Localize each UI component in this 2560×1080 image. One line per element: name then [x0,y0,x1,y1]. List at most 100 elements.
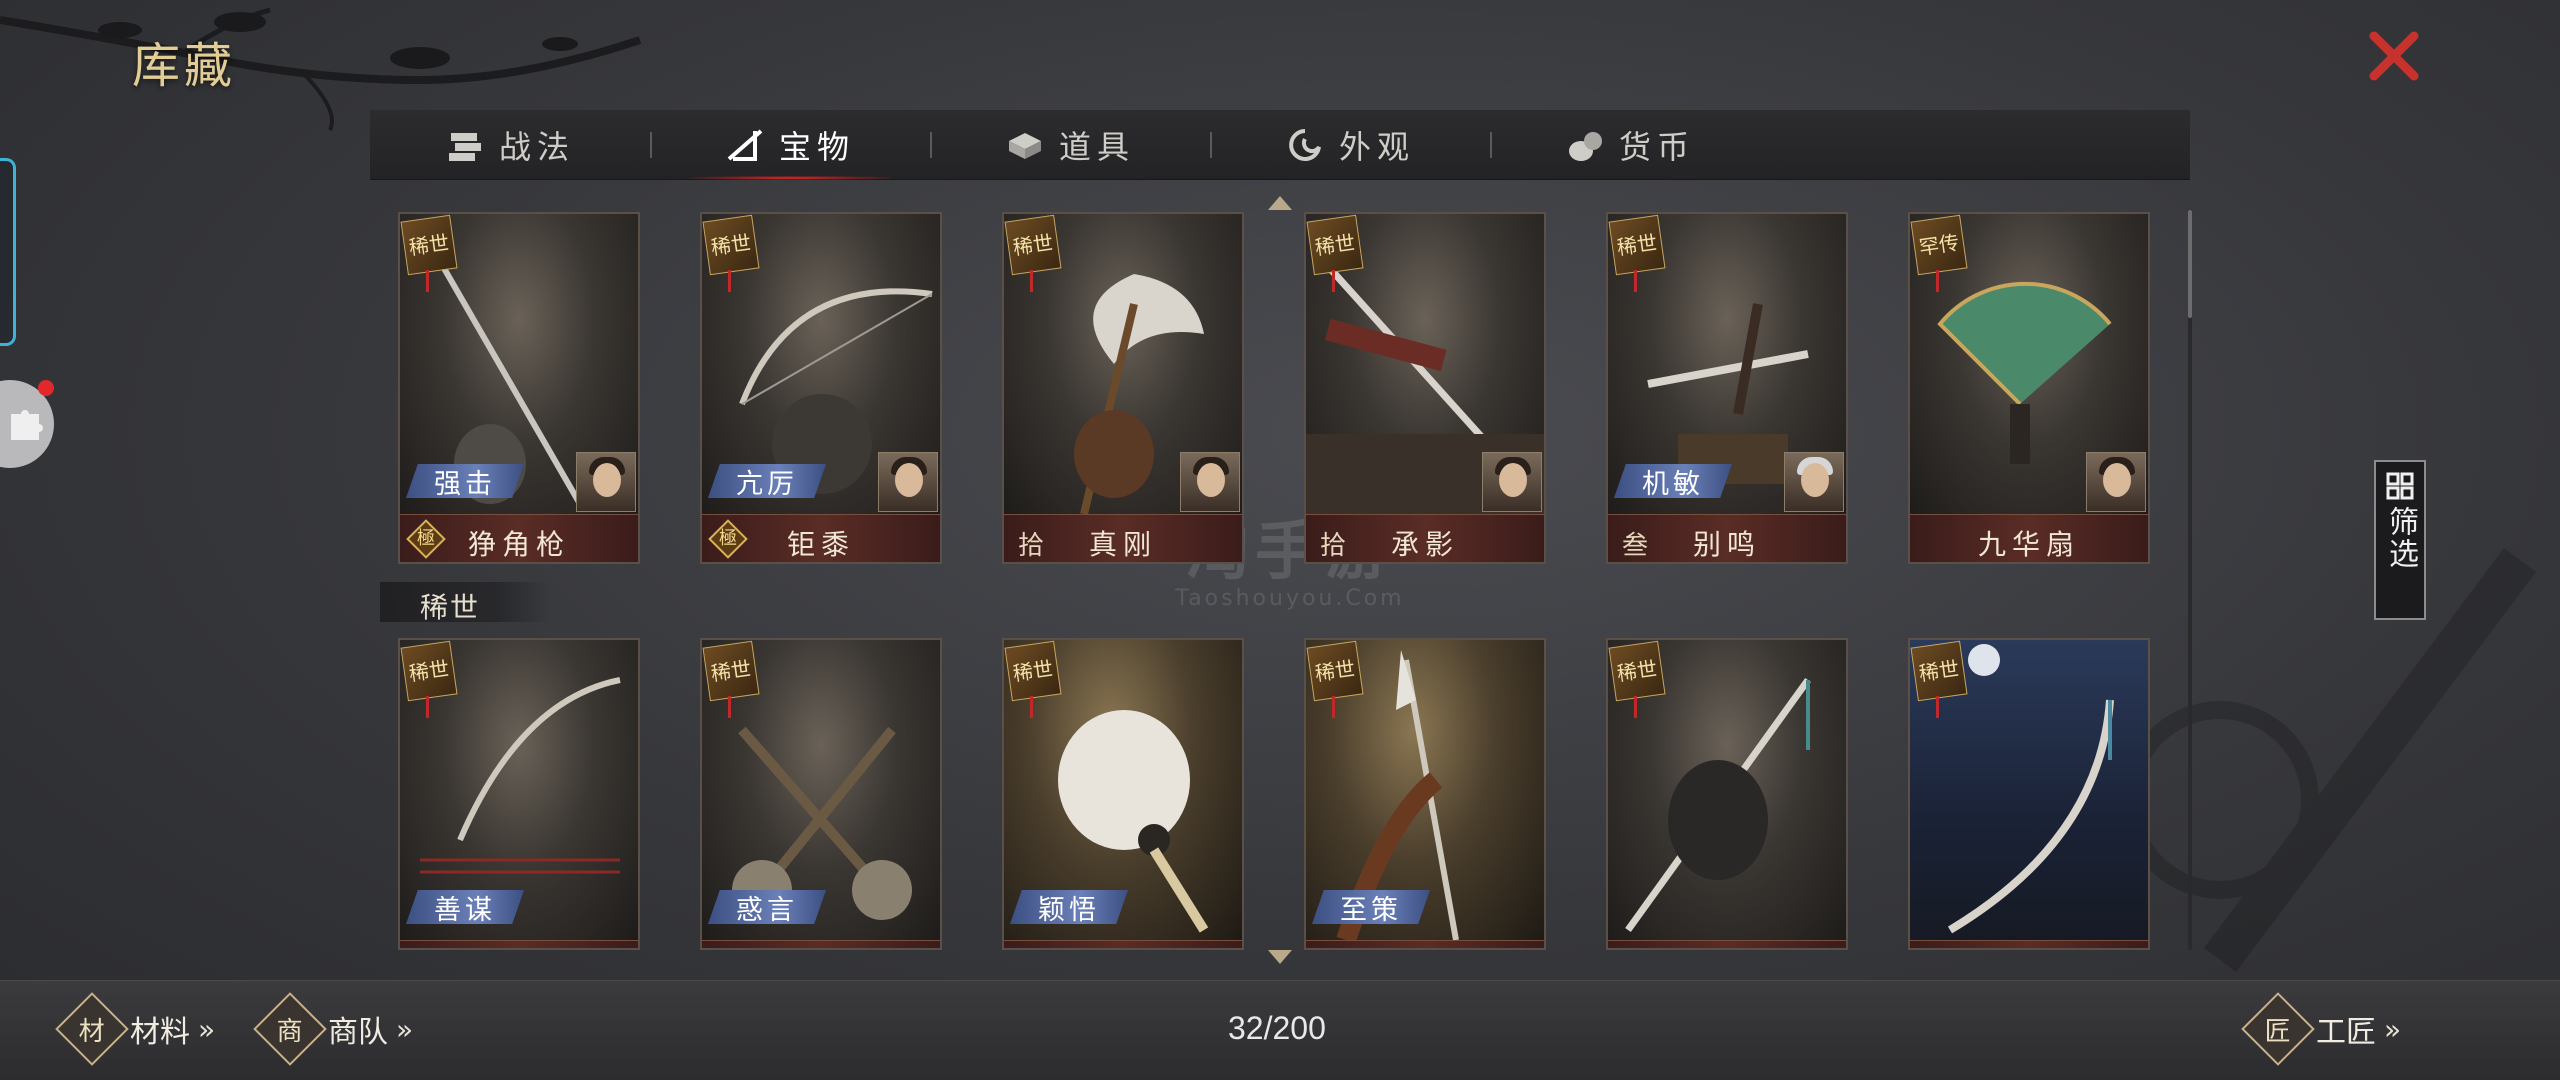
tassel [1030,696,1033,718]
skill-badge: 亢厉 [708,464,826,498]
tassel [1634,270,1637,292]
skill-badge: 善谋 [406,890,524,924]
general-portrait [1180,452,1240,512]
treasure-name: 别鸣 [1692,528,1761,561]
chevron-right-icon: » [198,1012,216,1046]
puzzle-button[interactable] [0,380,54,468]
skill-badge: 强击 [406,464,524,498]
rarity-tag: 稀世 [1306,640,1364,702]
card-name-bar: 拾 真刚 [1004,514,1242,562]
card-name-bar: 極 狰角枪 [400,514,638,562]
tassel [1634,696,1637,718]
scrollbar-thumb[interactable] [2188,210,2192,318]
treasure-card[interactable]: 稀世 至策 [1304,638,1546,950]
treasure-card[interactable]: 稀世 强击 極 狰角枪 [398,212,640,564]
treasure-card[interactable]: 稀世 拾 承影 [1304,212,1546,564]
card-name-bar [1306,940,1544,948]
treasure-card[interactable]: 稀世 机敏 叁 别鸣 [1606,212,1848,564]
card-name-bar [1004,940,1242,948]
puzzle-icon [11,410,43,440]
rarity-tag: 稀世 [702,214,760,276]
materials-label: 材料 [130,1015,190,1050]
card-name-bar [400,940,638,948]
tab-label: 外观 [1338,127,1415,166]
treasure-card[interactable]: 稀世 [1908,638,2150,950]
craftsman-button[interactable]: 匠 工匠 » [2241,992,2402,1066]
rarity-tag: 罕传 [1910,214,1968,276]
tassel [1936,270,1939,292]
materials-button[interactable]: 材 材料 » [55,992,216,1066]
card-name-bar: 極 钜黍 [702,514,940,562]
rarity-tag: 稀世 [1910,640,1968,702]
skill-badge: 颖悟 [1010,890,1128,924]
caravan-icon: 商 [253,992,327,1066]
scroll-down-arrow-icon[interactable] [1268,950,1292,964]
treasure-name: 真刚 [1088,528,1157,561]
card-name-bar [1608,940,1846,948]
scroll-up-arrow-icon[interactable] [1268,196,1292,210]
card-name-bar: 九华扇 [1910,514,2148,562]
tab-label: 战法 [498,127,575,166]
skill-badge: 机敏 [1614,464,1732,498]
section-header-rare: 稀世 [380,582,550,624]
treasure-name: 狰角枪 [467,528,570,561]
close-icon[interactable] [2364,26,2424,86]
tassel [1332,270,1335,292]
tab-appearance[interactable]: 外观 [1210,110,1490,180]
card-name-bar: 叁 别鸣 [1608,514,1846,562]
rarity-tag: 稀世 [1004,640,1062,702]
treasure-card[interactable]: 稀世 善谋 [398,638,640,950]
item-box-icon [1008,132,1041,159]
filter-label: 筛选 [2383,506,2418,570]
treasure-card[interactable]: 稀世 亢厉 極 钜黍 [700,212,942,564]
rarity-tag: 稀世 [1608,640,1666,702]
tab-currency[interactable]: 货币 [1490,110,1770,180]
card-name-bar [702,940,940,948]
notification-dot [38,380,54,396]
tab-label: 宝物 [778,127,855,166]
craftsman-label: 工匠 [2316,1015,2376,1050]
skill-badge: 惑言 [708,890,826,924]
treasure-card[interactable]: 稀世 惑言 [700,638,942,950]
treasure-card[interactable]: 罕传 九华扇 [1908,212,2150,564]
ink-wash-decoration [2121,548,2536,972]
general-portrait [1784,452,1844,512]
scroll-bundle-icon [448,132,481,161]
tab-label: 道具 [1058,127,1135,166]
chevron-right-icon: » [2384,1012,2402,1046]
caravan-button[interactable]: 商 商队 » [253,992,413,1066]
general-portrait [2086,452,2146,512]
tassel [1936,696,1939,718]
tassel [426,270,429,292]
skill-badge: 至策 [1312,890,1430,924]
treasure-card[interactable]: 稀世 拾 真刚 [1002,212,1244,564]
bow-treasure-icon [727,128,763,161]
scrollbar[interactable] [2188,210,2192,950]
tab-bar: 战法 宝物 道具 外观 货币 [370,110,2190,180]
caravan-label: 商队 [328,1015,388,1050]
tassel [426,696,429,718]
treasure-card[interactable]: 稀世 颖悟 [1002,638,1244,950]
grid-filter-icon [2386,472,2414,500]
general-portrait [878,452,938,512]
rarity-tag: 稀世 [1306,214,1364,276]
coin-bag-icon [1568,131,1602,161]
rarity-tag: 稀世 [1608,214,1666,276]
tassel [728,270,731,292]
general-portrait [576,452,636,512]
filter-button[interactable]: 筛选 [2374,460,2426,620]
tassel [1030,270,1033,292]
tab-treasure[interactable]: 宝物 [650,110,930,180]
tab-items[interactable]: 道具 [930,110,1210,180]
craftsman-icon: 匠 [2241,992,2315,1066]
general-portrait [1482,452,1542,512]
storage-count: 32/200 [1228,1010,1326,1046]
treasure-card[interactable]: 稀世 [1606,638,1848,950]
tab-label: 货币 [1618,127,1695,166]
side-panel-tab[interactable] [0,158,16,346]
appearance-swirl-icon [1289,128,1321,161]
page-title: 库藏 [132,38,237,94]
card-name-bar [1910,940,2148,948]
tab-tactics[interactable]: 战法 [370,110,650,180]
treasure-name: 九华扇 [1977,528,2080,561]
